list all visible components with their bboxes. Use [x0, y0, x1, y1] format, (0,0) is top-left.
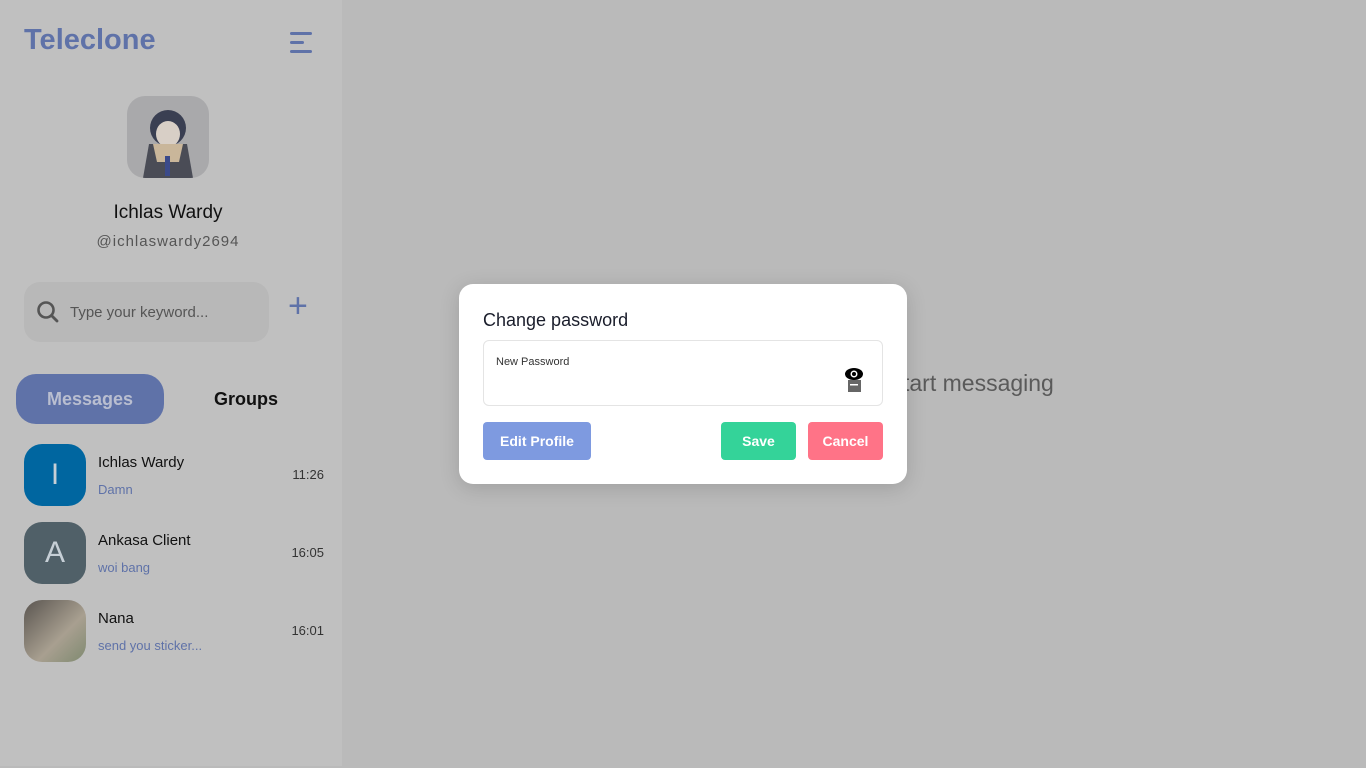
profile-avatar[interactable] [127, 96, 209, 178]
chat-last-message: Damn [98, 482, 133, 497]
chat-time: 16:01 [291, 623, 324, 638]
edit-profile-button[interactable]: Edit Profile [483, 422, 591, 460]
chat-name: Ankasa Client [98, 532, 191, 549]
tab-messages[interactable]: Messages [16, 374, 164, 424]
eye-icon[interactable] [844, 367, 864, 393]
empty-chat-text: tart messaging [903, 370, 1054, 396]
save-button[interactable]: Save [721, 422, 796, 460]
search-input[interactable] [70, 303, 260, 321]
new-password-input[interactable] [496, 375, 836, 390]
chat-item[interactable]: A Ankasa Client woi bang 16:05 [24, 522, 334, 584]
chat-time: 16:05 [291, 545, 324, 560]
sidebar: Teleclone Ichlas Wardy @ichlaswardy2694 … [0, 0, 342, 766]
tab-groups[interactable]: Groups [172, 374, 320, 424]
chat-item[interactable]: Nana send you sticker... 16:01 [24, 600, 334, 662]
search-icon [37, 301, 59, 323]
chat-last-message: send you sticker... [98, 638, 203, 653]
cancel-button[interactable]: Cancel [808, 422, 883, 460]
profile-handle: @ichlaswardy2694 [96, 233, 240, 250]
chat-item[interactable]: I Ichlas Wardy Damn 11:26 [24, 444, 334, 506]
chat-avatar: A [24, 522, 86, 584]
chat-avatar [24, 600, 86, 662]
chat-time: 11:26 [292, 467, 324, 482]
field-label: New Password [496, 356, 570, 368]
menu-icon[interactable] [290, 32, 314, 54]
chat-name: Ichlas Wardy [98, 454, 185, 471]
chat-name: Nana [98, 610, 134, 627]
new-password-field[interactable]: New Password [483, 340, 883, 406]
chat-last-message: woi bang [98, 560, 151, 575]
search-box [24, 282, 269, 342]
add-icon[interactable]: + [288, 289, 308, 323]
change-password-modal: Change password New Password Edit Profil… [459, 284, 907, 484]
chat-avatar: I [24, 444, 86, 506]
app-logo: Teleclone [24, 24, 156, 56]
modal-title: Change password [483, 310, 629, 330]
profile-name: Ichlas Wardy [113, 202, 223, 223]
